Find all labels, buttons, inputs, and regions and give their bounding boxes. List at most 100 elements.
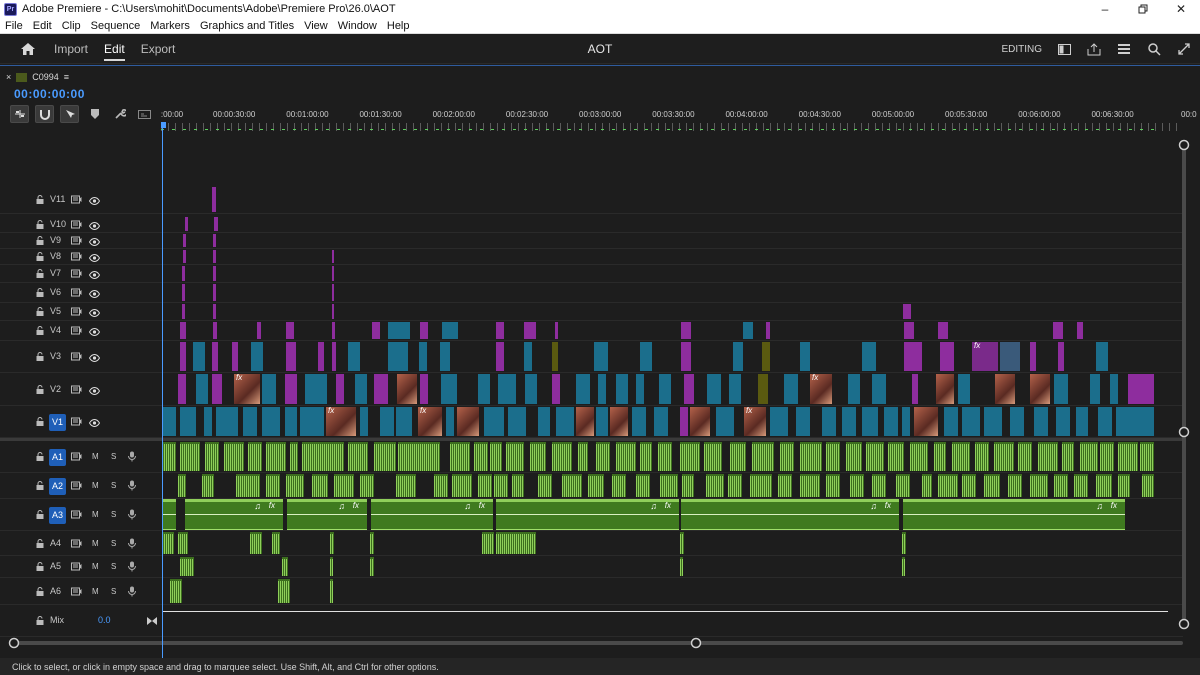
timeline-clip[interactable] xyxy=(872,474,886,497)
timeline-clip[interactable] xyxy=(995,374,1015,404)
timeline-clip[interactable] xyxy=(826,442,840,471)
timeline-clip[interactable] xyxy=(903,304,911,319)
timeline-clip[interactable] xyxy=(940,342,954,371)
track-target-v4[interactable]: V4 xyxy=(50,325,61,335)
timeline-clip[interactable] xyxy=(704,442,722,471)
volume-rubberband[interactable] xyxy=(185,514,283,515)
volume-rubberband[interactable] xyxy=(903,514,1125,515)
captions-icon[interactable] xyxy=(135,105,154,123)
solo-button[interactable]: S xyxy=(111,452,116,461)
timeline-clip[interactable] xyxy=(658,442,672,471)
volume-rubberband[interactable] xyxy=(371,514,493,515)
share-icon[interactable] xyxy=(1086,41,1102,57)
timeline-clip[interactable] xyxy=(336,374,344,404)
timeline-clip[interactable] xyxy=(800,442,822,471)
lock-icon[interactable] xyxy=(36,252,44,261)
timeline-clip[interactable] xyxy=(266,442,286,471)
solo-button[interactable]: S xyxy=(111,510,116,519)
toggle-output-eye-icon[interactable] xyxy=(88,221,101,230)
track-target-a4[interactable]: A4 xyxy=(50,538,61,548)
timeline-clip[interactable] xyxy=(388,342,408,371)
timeline-clip[interactable] xyxy=(902,532,906,554)
toggle-output-eye-icon[interactable] xyxy=(88,289,101,299)
timeline-clip[interactable]: ♫ fx xyxy=(903,499,1125,530)
timeline-clip[interactable] xyxy=(216,407,238,436)
timeline-clip[interactable]: ♫ fx xyxy=(496,499,679,530)
timeline-clip[interactable] xyxy=(396,407,412,436)
menu-file[interactable]: File xyxy=(0,20,28,32)
timeline-clip[interactable] xyxy=(162,532,174,554)
lock-icon[interactable] xyxy=(36,307,44,316)
tab-edit[interactable]: Edit xyxy=(104,34,125,64)
timeline-clip[interactable] xyxy=(355,374,367,404)
timeline-clip[interactable] xyxy=(305,374,327,404)
timeline-clip[interactable] xyxy=(916,342,922,371)
menu-graphics-and-titles[interactable]: Graphics and Titles xyxy=(195,20,299,32)
lock-icon[interactable] xyxy=(36,269,44,278)
timeline-clip[interactable] xyxy=(332,304,334,319)
timeline-clip[interactable] xyxy=(1080,442,1098,471)
timeline-clip[interactable] xyxy=(934,442,946,471)
voice-over-record-icon[interactable] xyxy=(128,509,136,520)
toggle-output-eye-icon[interactable] xyxy=(88,353,101,363)
timeline-clip[interactable] xyxy=(434,474,448,497)
timeline-clip[interactable] xyxy=(842,407,856,436)
timeline-clip[interactable] xyxy=(984,407,1002,436)
timeline-clip[interactable] xyxy=(616,442,636,471)
timeline-clip[interactable] xyxy=(182,304,185,319)
timeline-clip[interactable] xyxy=(450,442,470,471)
timeline-clip[interactable] xyxy=(612,474,626,497)
timeline-clip[interactable] xyxy=(213,234,216,247)
timeline-clip[interactable] xyxy=(370,532,374,554)
snap-icon[interactable] xyxy=(35,105,54,123)
lock-icon[interactable] xyxy=(36,586,44,596)
timeline-clip[interactable] xyxy=(552,442,572,471)
timeline-clip[interactable] xyxy=(598,374,606,404)
timeline-clip[interactable] xyxy=(707,374,721,404)
timeline-clip[interactable]: fx xyxy=(418,406,442,436)
timeline-clip[interactable] xyxy=(654,407,668,436)
solo-button[interactable]: S xyxy=(111,539,116,548)
lock-icon[interactable] xyxy=(36,384,44,394)
lock-icon[interactable] xyxy=(36,288,44,297)
mute-button[interactable]: M xyxy=(92,481,99,490)
timeline-clip[interactable] xyxy=(374,374,388,404)
timeline-clip[interactable]: fx xyxy=(972,341,998,371)
toggle-sync-lock-icon[interactable] xyxy=(71,510,82,519)
timeline-clip[interactable] xyxy=(743,322,753,339)
timeline-clip[interactable] xyxy=(420,322,428,339)
timeline-clip[interactable] xyxy=(525,374,537,404)
menu-help[interactable]: Help xyxy=(382,20,415,32)
close-icon[interactable]: ✕ xyxy=(1162,0,1200,18)
toggle-output-eye-icon[interactable] xyxy=(88,418,101,428)
timeline-clip[interactable] xyxy=(636,474,650,497)
timeline-clip[interactable] xyxy=(262,407,280,436)
timeline-clip[interactable] xyxy=(224,442,244,471)
timeline-clip[interactable] xyxy=(796,407,810,436)
timeline-clip[interactable] xyxy=(1030,342,1036,371)
track-target-v1[interactable]: V1 xyxy=(49,414,66,431)
timeline-clip[interactable] xyxy=(496,342,504,371)
track-target-v11[interactable]: V11 xyxy=(50,194,65,204)
timeline-clip[interactable] xyxy=(1074,474,1088,497)
panel-icon[interactable] xyxy=(1056,41,1072,57)
timeline-clip[interactable] xyxy=(484,407,504,436)
toggle-sync-lock-icon[interactable] xyxy=(71,587,82,596)
timeline-clip[interactable] xyxy=(330,532,334,554)
timeline-clip[interactable] xyxy=(330,579,333,603)
voice-over-record-icon[interactable] xyxy=(128,480,136,491)
timeline-clip[interactable] xyxy=(1090,374,1100,404)
timeline-clip[interactable] xyxy=(213,304,216,319)
timeline-clip[interactable] xyxy=(360,474,374,497)
timeline-clip[interactable] xyxy=(958,374,970,404)
toggle-sync-lock-icon[interactable] xyxy=(71,562,82,571)
timeline-clip[interactable] xyxy=(243,407,257,436)
timeline-clip[interactable] xyxy=(213,250,216,263)
timeline-clip[interactable] xyxy=(178,532,188,554)
timeline-clip[interactable] xyxy=(213,284,216,301)
timeline-clip[interactable] xyxy=(1110,374,1118,404)
timeline-clip[interactable] xyxy=(286,474,304,497)
toggle-output-eye-icon[interactable] xyxy=(88,237,101,247)
mix-bowtie-icon[interactable] xyxy=(147,616,157,629)
lock-icon[interactable] xyxy=(36,616,44,625)
